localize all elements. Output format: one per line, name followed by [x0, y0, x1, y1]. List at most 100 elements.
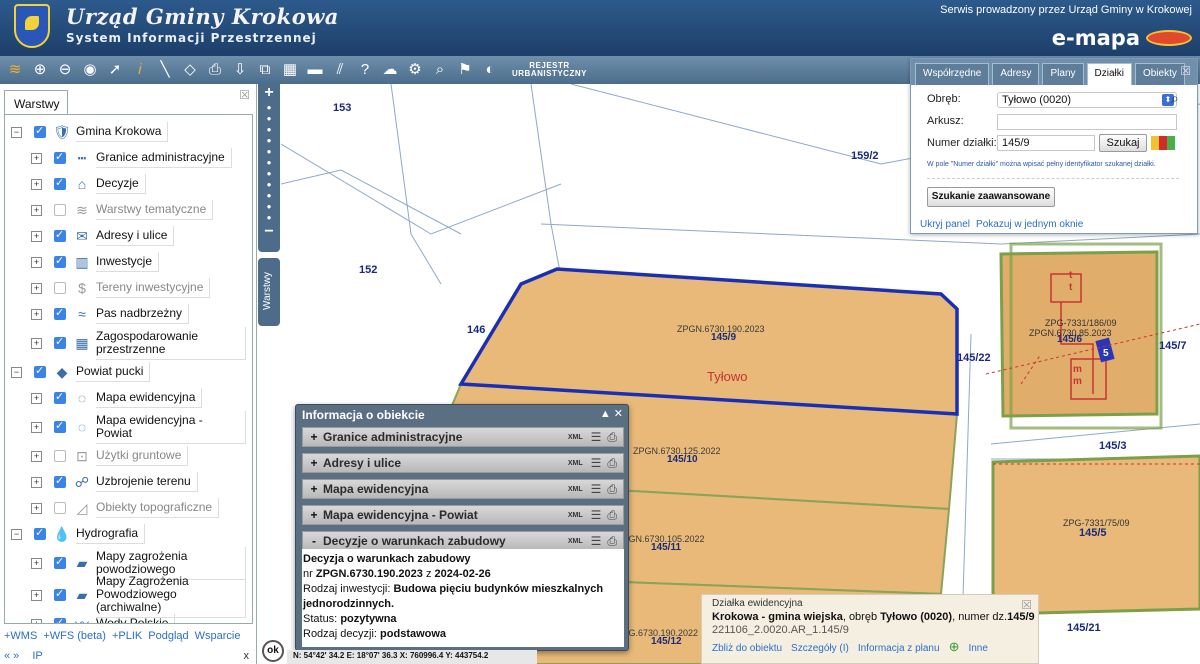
- info-icon[interactable]: 𝑖: [129, 59, 151, 81]
- section-toggle-icon[interactable]: +: [307, 430, 321, 444]
- layer-checkbox[interactable]: [54, 450, 66, 462]
- szukaj-button[interactable]: Szukaj: [1099, 134, 1147, 152]
- section-toggle-icon[interactable]: +: [307, 508, 321, 522]
- print-icon[interactable]: ⎙: [204, 59, 226, 81]
- search-tab[interactable]: Adresy: [992, 63, 1040, 85]
- download-icon[interactable]: ⇩: [229, 59, 251, 81]
- arkusz-input[interactable]: [997, 114, 1177, 130]
- layer-checkbox[interactable]: [54, 390, 66, 404]
- print-icon[interactable]: ⎙: [607, 482, 617, 497]
- expand-icon[interactable]: +: [31, 204, 42, 216]
- layer-label[interactable]: Pas nadbrzeżny: [96, 304, 190, 324]
- layer-label[interactable]: Gmina Krokowa: [76, 122, 169, 142]
- comment-icon[interactable]: ▬: [304, 59, 326, 81]
- layer-row[interactable]: + ◌ Mapa ewidencyjna: [31, 385, 203, 411]
- layer-label[interactable]: Użytki gruntowe: [96, 446, 189, 466]
- expand-icon[interactable]: +: [31, 282, 42, 294]
- layer-row[interactable]: + ▦ Zagospodarowanie przestrzenne: [31, 326, 246, 360]
- layer-checkbox[interactable]: [54, 335, 66, 349]
- search-tab[interactable]: Plany: [1042, 63, 1084, 85]
- expand-icon[interactable]: +: [31, 152, 42, 164]
- street-view-icon[interactable]: ◐: [479, 59, 501, 81]
- layer-row[interactable]: + ≈ Pas nadbrzeżny: [31, 301, 190, 327]
- pointer-icon[interactable]: ➚: [104, 59, 126, 81]
- obreb-select[interactable]: Tyłowo (0020): [997, 92, 1177, 108]
- list-icon[interactable]: ☰: [591, 482, 602, 496]
- xml-export-button[interactable]: XML: [568, 512, 583, 519]
- expand-icon[interactable]: +: [31, 618, 42, 623]
- xml-export-button[interactable]: XML: [568, 460, 583, 467]
- layer-label[interactable]: Mapa ewidencyjna: [96, 388, 203, 408]
- expand-icon[interactable]: +: [31, 230, 42, 242]
- advanced-search-button[interactable]: Szukanie zaawansowane: [927, 187, 1055, 207]
- layer-checkbox[interactable]: [54, 228, 66, 242]
- info-section[interactable]: + Mapa ewidencyjna XML ☰ ⎙: [302, 479, 624, 499]
- zoom-in-icon[interactable]: ⊕: [29, 59, 51, 81]
- close-parcel-icon[interactable]: ☒: [1021, 598, 1032, 612]
- search-tab[interactable]: Obiekty: [1134, 63, 1185, 85]
- section-name[interactable]: Mapa ewidencyjna - Powiat: [323, 508, 568, 522]
- layer-row[interactable]: + ≋ Warstwy tematyczne: [31, 197, 214, 223]
- hatch-icon[interactable]: ⫽: [329, 59, 351, 81]
- section-toggle-icon[interactable]: +: [307, 482, 321, 496]
- toggle-layers-panel[interactable]: Warstwy: [258, 258, 280, 326]
- expand-icon[interactable]: +: [31, 589, 42, 601]
- zoom-slider[interactable]: + ● ● ● ● ● ● ● ● ● ● ● −: [258, 84, 280, 252]
- layer-checkbox[interactable]: [34, 526, 46, 540]
- layer-row[interactable]: + ◿ Obiekty topograficzne: [31, 495, 220, 521]
- layer-label[interactable]: Adresy i ulice: [96, 226, 175, 246]
- add-circle-icon[interactable]: ⊕: [949, 639, 960, 654]
- expand-icon[interactable]: +: [31, 476, 42, 488]
- list-icon[interactable]: ☰: [591, 456, 602, 470]
- search-icon[interactable]: ⌕: [1171, 90, 1179, 107]
- layer-row[interactable]: + ✉ Adresy i ulice: [31, 223, 175, 249]
- collapse-panel-icon[interactable]: ☒: [239, 88, 250, 102]
- zoom-plus-icon[interactable]: +: [258, 84, 280, 102]
- xml-export-button[interactable]: XML: [568, 434, 583, 441]
- layer-label[interactable]: Warstwy tematyczne: [96, 200, 214, 220]
- highlight-color-icon[interactable]: [1151, 136, 1177, 150]
- settings-icon[interactable]: ⚙: [404, 59, 426, 81]
- layer-checkbox[interactable]: [54, 150, 66, 164]
- collapse-icon[interactable]: −: [11, 126, 22, 138]
- layer-row[interactable]: + ┅ Granice administracyjne: [31, 145, 232, 171]
- expand-icon[interactable]: +: [31, 557, 42, 569]
- layer-label[interactable]: Inwestycje: [96, 252, 160, 272]
- layer-checkbox[interactable]: [54, 254, 66, 268]
- section-toggle-icon[interactable]: -: [307, 534, 321, 548]
- info-section[interactable]: - Decyzje o warunkach zabudowy XML ☰ ⎙: [302, 531, 624, 551]
- expand-icon[interactable]: +: [31, 421, 42, 433]
- layer-row[interactable]: + ◌ Mapa ewidencyjna - Powiat: [31, 410, 246, 444]
- collapse-icon[interactable]: −: [11, 366, 22, 378]
- expand-icon[interactable]: +: [31, 392, 42, 404]
- dialog-controls[interactable]: ▲ ✕: [600, 407, 623, 420]
- expand-icon[interactable]: +: [31, 178, 42, 190]
- panel-link[interactable]: Podgląd: [148, 630, 188, 642]
- layer-checkbox[interactable]: [54, 555, 66, 569]
- emapa-logo[interactable]: e-mapa: [1052, 26, 1140, 50]
- layer-row[interactable]: − 🛡 Gmina Krokowa: [11, 119, 169, 145]
- layer-label[interactable]: Decyzje: [96, 174, 146, 194]
- layer-checkbox[interactable]: [54, 587, 66, 601]
- layer-checkbox[interactable]: [54, 176, 66, 190]
- ok-button[interactable]: ok: [262, 640, 284, 662]
- layer-row[interactable]: +▰Mapy Zagrożenia Powodziowego (archiwal…: [31, 572, 246, 618]
- layer-checkbox[interactable]: [54, 616, 66, 623]
- layer-row[interactable]: + ☍ Uzbrojenie terenu: [31, 469, 198, 495]
- tab-warstwy[interactable]: Warstwy: [4, 90, 68, 114]
- layer-checkbox[interactable]: [54, 502, 66, 514]
- parcel-link[interactable]: Szczegóły (I): [791, 643, 849, 654]
- layer-label[interactable]: Obiekty topograficzne: [96, 498, 220, 518]
- expand-icon[interactable]: +: [31, 256, 42, 268]
- panel-link[interactable]: Wsparcie: [195, 630, 241, 642]
- zoom-steps[interactable]: ● ● ● ● ● ● ● ● ● ● ●: [258, 102, 280, 223]
- collapse-icon[interactable]: −: [11, 528, 22, 540]
- print-icon[interactable]: ⎙: [607, 430, 617, 445]
- layer-row[interactable]: − ◆ Powiat pucki: [11, 359, 151, 385]
- help-icon[interactable]: ?: [354, 59, 376, 81]
- zoom-out-icon[interactable]: ⊖: [54, 59, 76, 81]
- expand-icon[interactable]: +: [31, 450, 42, 462]
- info-section[interactable]: + Granice administracyjne XML ☰ ⎙: [302, 427, 624, 447]
- layer-row[interactable]: + $ Tereny inwestycyjne: [31, 275, 211, 301]
- layer-checkbox[interactable]: [34, 364, 46, 378]
